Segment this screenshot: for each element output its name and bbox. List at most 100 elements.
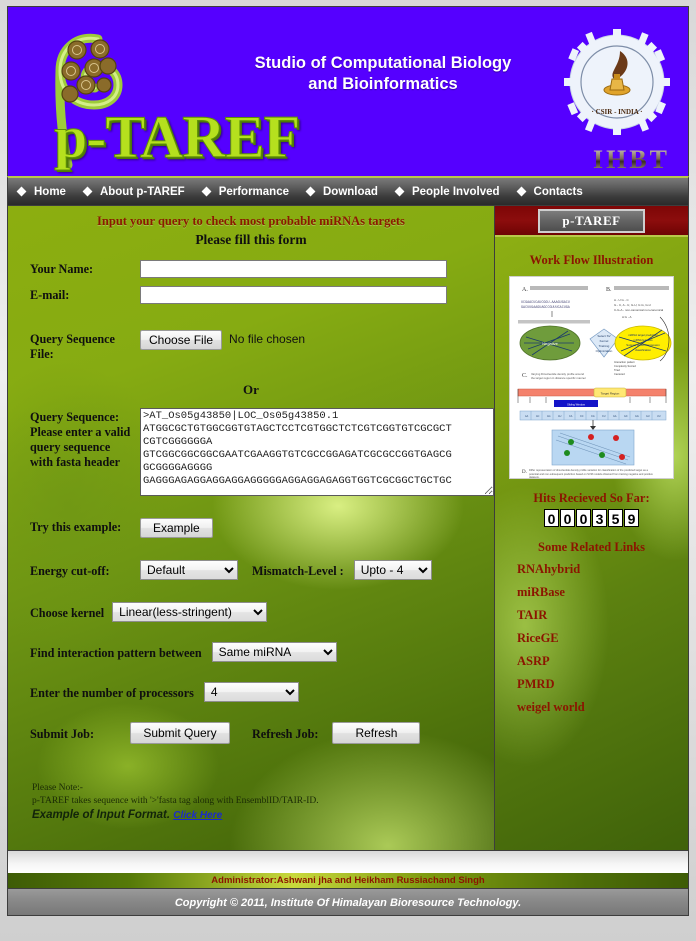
link-ricege[interactable]: RiceGE (517, 631, 688, 646)
svg-text:GG: GG (635, 415, 639, 418)
row-example: Try this example: Example (8, 518, 494, 538)
footer-spacer (7, 851, 689, 873)
svg-text:Cantered: Cantered (614, 372, 625, 376)
workflow-diagram: A. UCGAACUCAUCGGU-AAAGUGACU GACUUGAAGUAG… (509, 277, 673, 478)
ihbt-wordmark: IHBT (592, 145, 670, 174)
try-example-label: Try this example: (30, 520, 122, 534)
svg-text:GC: GC (624, 415, 628, 418)
main-navigation: Home About p-TAREF Performance Download … (7, 176, 689, 206)
svg-text:Select SV: Select SV (597, 334, 610, 338)
sidebar-header: p-TAREF (494, 206, 688, 237)
svg-text:B.: B. (606, 287, 612, 293)
logo-wordmark: p-TAREF (53, 104, 300, 171)
svg-text:AA: AA (525, 415, 529, 418)
choose-file-button[interactable]: Choose File (140, 330, 223, 350)
mismatch-level-select[interactable]: Upto - 4 (353, 560, 432, 580)
link-pmrd[interactable]: PMRD (517, 677, 688, 692)
interaction-pattern-label: Find interaction pattern between (30, 645, 202, 660)
row-your-name: Your Name: (8, 260, 494, 278)
nav-label: Download (323, 185, 378, 198)
interaction-pattern-select[interactable]: Same miRNA (211, 642, 337, 662)
svg-text:· CSIR - INDIA ·: · CSIR - INDIA · (592, 108, 643, 116)
choose-kernel-select[interactable]: Linear(less-stringent) (112, 602, 268, 622)
svg-text:potential and non-subsequent p: potential and non-subsequent prediction … (529, 472, 653, 476)
nav-item-people-involved[interactable]: People Involved (392, 186, 514, 198)
choose-kernel-label: Choose kernel (30, 605, 105, 620)
nav-label: People Involved (411, 185, 500, 198)
svg-text:A G - A: A G - A (622, 315, 632, 319)
diamond-bullet-icon (305, 186, 316, 197)
counter-digit: 0 (543, 509, 559, 527)
link-asrp[interactable]: ASRP (517, 654, 688, 669)
query-sequence-file-label: Query Sequence File: (30, 332, 115, 361)
svg-text:mRNA features: mRNA features (634, 338, 654, 342)
svg-text:G - C, A - U, G-U, U-G, G-U: G - C, A - U, G-U, U-G, G-U (614, 303, 651, 307)
submit-job-label: Submit Job: (30, 726, 95, 741)
svg-text:CG: CG (591, 415, 595, 418)
hit-counter: 0 0 0 3 5 9 (495, 509, 688, 527)
csir-logo-icon: · CSIR - INDIA · (564, 29, 670, 135)
svg-text:A - U G - C: A - U G - C (614, 298, 630, 302)
svg-text:Complexity Scored: Complexity Scored (614, 364, 636, 368)
row-processors: Enter the number of processors 4 (8, 682, 494, 702)
svg-text:C-G-A - non-canonical non-cano: C-G-A - non-canonical non-canonical (614, 308, 664, 312)
svg-text:C.: C. (522, 373, 528, 379)
submit-query-button[interactable]: Submit Query (130, 722, 230, 744)
svg-text:Negative: Negative (542, 341, 559, 346)
svg-text:GACUUGAAGUAGCCGUUUCACUGA: GACUUGAAGUAGCCGUUUCACUGA (521, 306, 571, 310)
email-label: E-mail: (30, 288, 70, 302)
workflow-illustration-image[interactable]: A. UCGAACUCAUCGGU-AAAGUGACU GACUUGAAGUAG… (508, 276, 674, 479)
refresh-button[interactable]: Refresh (332, 722, 421, 744)
link-weigel-world[interactable]: weigel world (517, 700, 688, 715)
link-mirbase[interactable]: miRBase (517, 585, 688, 600)
click-here-link[interactable]: Click Here (173, 810, 222, 821)
svg-text:Sliding Window: Sliding Window (567, 403, 585, 407)
row-query-sequence-file: Query Sequence File: Choose File No file… (8, 330, 494, 362)
banner-title-line1: Studio of Computational Biology (254, 54, 512, 72)
svg-text:Kernel: Kernel (600, 339, 609, 343)
nav-item-performance[interactable]: Performance (199, 186, 303, 198)
row-interaction-pattern: Find interaction pattern between Same mi… (8, 642, 494, 662)
form-heading: Input your query to check most probable … (97, 214, 405, 228)
svg-text:Support Vector Regression: Support Vector Regression (626, 343, 660, 347)
query-sequence-textarea[interactable]: >AT_Os05g43850|LOC_Os05g43850.1 ATGGCGCT… (140, 408, 494, 496)
site-banner: p-TAREF Studio of Computational Biology … (7, 6, 689, 176)
administrator-bar: Administrator:Ashwani jha and Heikham Ru… (7, 873, 689, 888)
energy-cutoff-label: Energy cut-off: (30, 563, 110, 578)
svg-text:CU: CU (602, 415, 606, 418)
nav-item-about-p-taref[interactable]: About p-TAREF (80, 186, 199, 198)
processors-label: Enter the number of processors (30, 685, 194, 700)
nav-label: About p-TAREF (99, 185, 185, 198)
processors-select[interactable]: 4 (203, 682, 299, 702)
svg-text:Target Region: Target Region (601, 392, 620, 396)
content-area: Input your query to check most probable … (7, 206, 689, 851)
svg-text:Differ representation of dinuc: Differ representation of dinucleotide de… (529, 468, 648, 472)
no-file-chosen-text: No file chosen (229, 332, 306, 346)
nav-item-contacts[interactable]: Contacts (514, 186, 597, 198)
nav-item-home[interactable]: Home (14, 186, 80, 198)
page-root: p-TAREF Studio of Computational Biology … (0, 0, 696, 941)
svg-text:Interaction pattern: Interaction pattern (614, 360, 635, 364)
banner-title-line2: and Bioinformatics (308, 75, 458, 93)
refresh-job-label: Refresh Job: (252, 726, 319, 741)
related-links-list: RNAhybrid miRBase TAIR RiceGE ASRP PMRD … (495, 562, 688, 715)
svg-text:CC: CC (580, 415, 584, 418)
example-button[interactable]: Example (140, 518, 213, 538)
nav-item-download[interactable]: Download (303, 186, 392, 198)
email-input[interactable] (140, 286, 447, 304)
counter-digit: 5 (607, 509, 623, 527)
your-name-label: Your Name: (30, 262, 94, 276)
input-format-note: Please Note:- p-TAREF takes sequence wit… (32, 782, 319, 822)
link-tair[interactable]: TAIR (517, 608, 688, 623)
diamond-bullet-icon (201, 186, 212, 197)
diamond-bullet-icon (16, 186, 27, 197)
counter-digit: 0 (559, 509, 575, 527)
your-name-input[interactable] (140, 260, 447, 278)
hits-title: Hits Recieved So Far: (533, 491, 650, 505)
svg-text:CA: CA (569, 415, 573, 418)
mismatch-level-label: Mismatch-Level : (252, 563, 344, 578)
link-rnahybrid[interactable]: RNAhybrid (517, 562, 688, 577)
svg-text:UCGAACUCAUCGGU-AAAGUGACU: UCGAACUCAUCGGU-AAAGUGACU (521, 301, 570, 305)
energy-cutoff-select[interactable]: Default (140, 560, 238, 580)
svg-text:UU: UU (657, 415, 661, 418)
